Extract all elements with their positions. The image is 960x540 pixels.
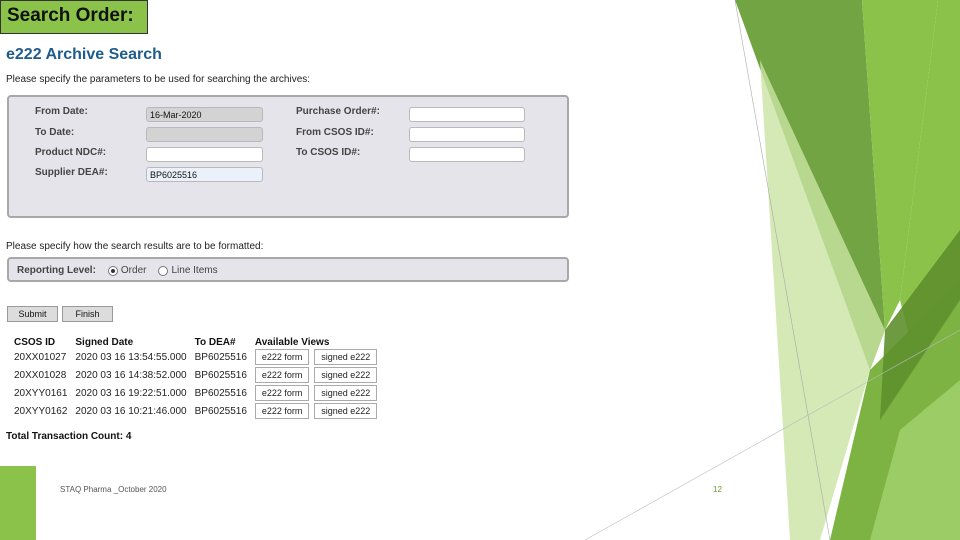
reporting-level-row: Reporting Level: Order Line Items <box>17 265 218 276</box>
from-csos-id-field[interactable] <box>409 127 525 142</box>
column-header-available-views: Available Views <box>254 336 330 348</box>
results-table: CSOS ID Signed Date To DEA# Available Vi… <box>12 336 385 420</box>
column-header-to-dea: To DEA# <box>194 336 236 348</box>
radio-label-line-items: Line Items <box>171 265 218 276</box>
signed-date-cell: 2020 03 16 10:21:46.000 <box>75 405 187 417</box>
slide-title: Search Order: <box>0 0 148 34</box>
from-csos-id-label: From CSOS ID#: <box>296 127 374 138</box>
signed-e222-button[interactable]: signed e222 <box>314 367 378 383</box>
archive-search-screenshot: e222 Archive Search Please specify the p… <box>0 36 600 446</box>
to-date-label: To Date: <box>35 127 75 138</box>
radio-button-order[interactable] <box>107 265 118 276</box>
table-header-row: CSOS ID Signed Date To DEA# Available Vi… <box>12 336 385 348</box>
purchase-order-field[interactable] <box>409 107 525 122</box>
e222-form-button[interactable]: e222 form <box>254 385 310 401</box>
to-csos-id-field[interactable] <box>409 147 525 162</box>
corner-accent <box>0 466 36 540</box>
product-ndc-label: Product NDC#: <box>35 147 107 158</box>
views-cell: e222 form signed e222 <box>253 366 385 384</box>
table-row: 20XYY0162 2020 03 16 10:21:46.000 BP6025… <box>12 402 385 420</box>
finish-button[interactable]: Finish <box>62 306 113 322</box>
radio-button-line-items[interactable] <box>158 265 169 276</box>
table-row: 20XX01027 2020 03 16 13:54:55.000 BP6025… <box>12 348 385 366</box>
reporting-level-label: Reporting Level: <box>17 265 96 276</box>
signed-date-cell: 2020 03 16 13:54:55.000 <box>75 351 187 363</box>
format-panel: Reporting Level: Order Line Items <box>7 257 569 282</box>
to-dea-cell: BP6025516 <box>194 369 247 381</box>
product-ndc-field[interactable] <box>146 147 263 162</box>
to-csos-id-label: To CSOS ID#: <box>296 147 361 158</box>
signed-e222-button[interactable]: signed e222 <box>314 403 378 419</box>
views-cell: e222 form signed e222 <box>253 384 385 402</box>
page-number: 12 <box>713 485 722 494</box>
page-title: e222 Archive Search <box>6 46 162 63</box>
column-header-csos-id: CSOS ID <box>14 336 56 348</box>
total-transaction-count: Total Transaction Count: 4 <box>6 431 132 442</box>
to-date-field[interactable] <box>146 127 263 142</box>
e222-form-button[interactable]: e222 form <box>254 367 310 383</box>
csos-id-cell: 20XX01028 <box>14 369 67 381</box>
views-cell: e222 form signed e222 <box>253 402 385 420</box>
search-instructions: Please specify the parameters to be used… <box>6 74 311 85</box>
radio-label-order: Order <box>120 265 147 276</box>
csos-id-cell: 20XX01027 <box>14 351 67 363</box>
csos-id-cell: 20XYY0161 <box>14 387 68 399</box>
to-dea-cell: BP6025516 <box>194 405 247 417</box>
views-cell: e222 form signed e222 <box>253 348 385 366</box>
table-row: 20XYY0161 2020 03 16 19:22:51.000 BP6025… <box>12 384 385 402</box>
e222-form-button[interactable]: e222 form <box>254 403 310 419</box>
to-dea-cell: BP6025516 <box>194 387 247 399</box>
column-header-signed-date: Signed Date <box>75 336 134 348</box>
radio-option-order[interactable]: Order <box>107 265 147 276</box>
signed-date-cell: 2020 03 16 14:38:52.000 <box>75 369 187 381</box>
csos-id-cell: 20XYY0162 <box>14 405 68 417</box>
purchase-order-label: Purchase Order#: <box>296 106 380 117</box>
submit-button[interactable]: Submit <box>7 306 58 322</box>
from-date-label: From Date: <box>35 106 88 117</box>
search-parameters-panel: From Date: 16-Mar-2020 To Date: Product … <box>7 95 569 218</box>
radio-option-line-items[interactable]: Line Items <box>158 265 218 276</box>
format-instructions: Please specify how the search results ar… <box>6 241 264 252</box>
from-date-field[interactable]: 16-Mar-2020 <box>146 107 263 122</box>
signed-e222-button[interactable]: signed e222 <box>314 349 378 365</box>
signed-date-cell: 2020 03 16 19:22:51.000 <box>75 387 187 399</box>
to-dea-cell: BP6025516 <box>194 351 247 363</box>
footer-text: STAQ Pharma _October 2020 <box>60 485 167 494</box>
e222-form-button[interactable]: e222 form <box>254 349 310 365</box>
signed-e222-button[interactable]: signed e222 <box>314 385 378 401</box>
table-row: 20XX01028 2020 03 16 14:38:52.000 BP6025… <box>12 366 385 384</box>
supplier-dea-label: Supplier DEA#: <box>35 167 108 178</box>
supplier-dea-field[interactable]: BP6025516 <box>146 167 263 182</box>
